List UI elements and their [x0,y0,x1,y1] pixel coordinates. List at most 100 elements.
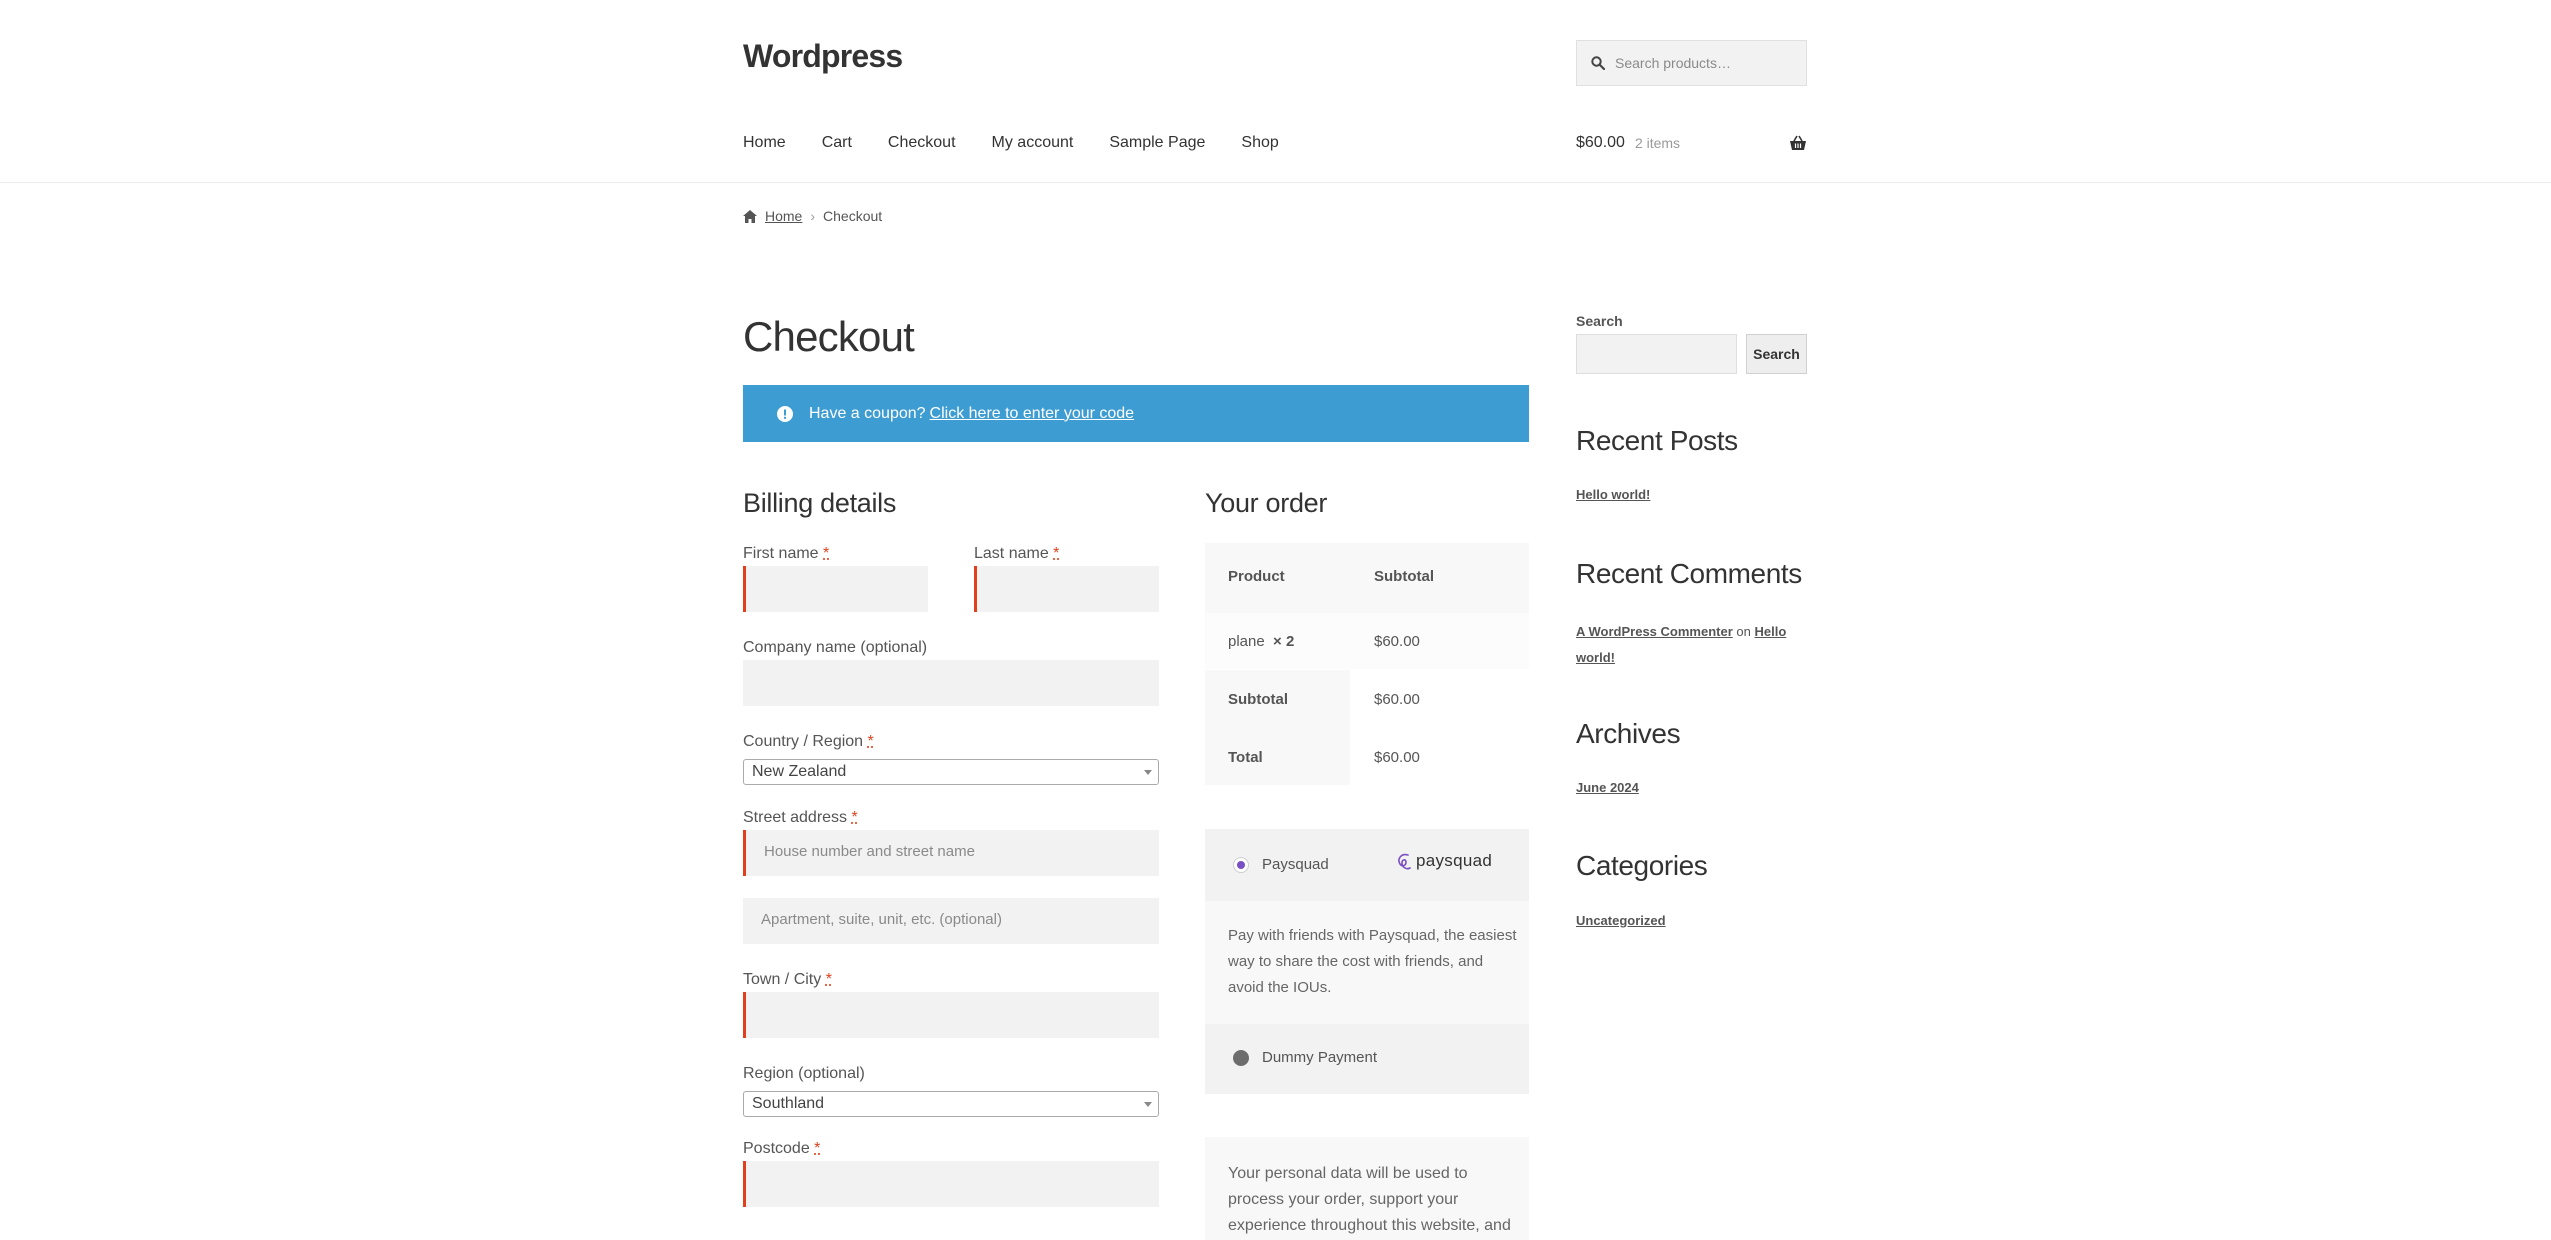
first-name-label: First name * [743,545,829,563]
postcode-field[interactable] [743,1161,1159,1207]
required-mark: * [868,733,874,750]
archive-link[interactable]: June 2024 [1576,780,1639,795]
first-name-field[interactable] [743,566,928,612]
recent-comment-item: A WordPress Commenter on Hello world! [1576,619,1807,671]
sidebar-search-input[interactable] [1576,334,1737,374]
paysquad-logo-icon [1395,851,1413,871]
site-header: Wordpress Search products… Home Cart Che… [0,0,2551,183]
paysquad-radio[interactable] [1233,857,1249,873]
payment-option-paysquad[interactable]: Paysquad paysquad [1205,829,1529,901]
country-label: Country / Region * [743,733,874,751]
breadcrumb: Home › Checkout [743,208,882,224]
breadcrumb-separator: › [810,208,815,224]
paysquad-logo-text: paysquad [1416,851,1492,871]
header-cart[interactable]: $60.00 2 items [1576,134,1807,152]
nav-shop[interactable]: Shop [1241,134,1278,152]
apartment-field[interactable]: Apartment, suite, unit, etc. (optional) [743,898,1159,944]
payment-option-dummy[interactable]: Dummy Payment [1205,1024,1529,1094]
required-mark: * [1053,545,1059,562]
radio-selected-dot [1237,861,1245,869]
search-placeholder: Search products… [1615,55,1731,71]
last-name-label-text: Last name [974,545,1049,562]
billing-title: Billing details [743,488,896,519]
primary-navigation: Home Cart Checkout My account Sample Pag… [743,134,1315,152]
street-address-field[interactable]: House number and street name [743,830,1159,876]
country-label-text: Country / Region [743,733,863,750]
nav-my-account[interactable]: My account [992,134,1074,152]
required-mark: * [826,971,832,988]
recent-posts-title: Recent Posts [1576,425,1738,457]
comment-author-link[interactable]: A WordPress Commenter [1576,624,1733,639]
item-name: plane × 2 [1228,633,1294,650]
nav-checkout[interactable]: Checkout [888,134,956,152]
privacy-policy-box: Your personal data will be used to proce… [1205,1137,1529,1240]
required-mark: * [852,809,858,826]
total-label: Total [1228,749,1263,766]
col-product: Product [1228,568,1285,585]
coupon-link[interactable]: Click here to enter your code [930,405,1135,423]
nav-cart[interactable]: Cart [822,134,852,152]
breadcrumb-current: Checkout [823,208,882,224]
category-link[interactable]: Uncategorized [1576,913,1666,928]
paysquad-description: Pay with friends with Paysquad, the easi… [1228,923,1518,1001]
comment-post-link-continued[interactable]: world! [1576,650,1615,665]
cart-count: 2 items [1635,135,1680,151]
coupon-text: Have a coupon? [809,405,926,423]
cart-amount: $60.00 [1576,134,1625,152]
paysquad-logo: paysquad [1395,851,1492,871]
item-total: $60.00 [1374,633,1420,650]
table-footer-labels-bg [1205,670,1350,785]
sidebar-search-label: Search [1576,313,1623,329]
required-mark: * [823,545,829,562]
street-label: Street address * [743,809,858,827]
archives-title: Archives [1576,718,1680,750]
subtotal-label: Subtotal [1228,691,1288,708]
postcode-label: Postcode * [743,1140,820,1158]
info-icon [777,406,793,422]
page-title: Checkout [743,313,914,361]
privacy-text: Your personal data will be used to proce… [1228,1161,1518,1240]
categories-title: Categories [1576,850,1707,882]
city-label-text: Town / City [743,971,821,988]
recent-comments-title: Recent Comments [1576,558,1802,590]
nav-sample-page[interactable]: Sample Page [1109,134,1205,152]
recent-post-link[interactable]: Hello world! [1576,487,1650,502]
dropdown-arrow-icon [1144,1102,1152,1107]
company-label: Company name (optional) [743,639,927,657]
item-name-text: plane [1228,633,1265,650]
dummy-payment-label: Dummy Payment [1262,1049,1377,1066]
last-name-label: Last name * [974,545,1059,563]
required-mark: * [814,1140,820,1157]
dropdown-arrow-icon [1144,770,1152,775]
coupon-notice: Have a coupon? Click here to enter your … [743,385,1529,442]
company-field[interactable] [743,660,1159,706]
street-label-text: Street address [743,809,847,826]
paysquad-label: Paysquad [1262,856,1329,873]
product-search-input[interactable]: Search products… [1576,40,1807,86]
city-field[interactable] [743,992,1159,1038]
apartment-placeholder: Apartment, suite, unit, etc. (optional) [761,911,1002,928]
region-select[interactable]: Southland [743,1091,1159,1117]
country-select[interactable]: New Zealand [743,759,1159,785]
comment-on-text: on [1736,624,1750,639]
region-value: Southland [752,1095,824,1113]
nav-home[interactable]: Home [743,134,786,152]
sidebar-search-button[interactable]: Search [1746,334,1807,374]
region-label: Region (optional) [743,1065,865,1083]
last-name-field[interactable] [974,566,1159,612]
site-title[interactable]: Wordpress [743,38,902,75]
home-icon [743,210,757,223]
breadcrumb-home[interactable]: Home [765,208,802,224]
first-name-label-text: First name [743,545,819,562]
subtotal-value: $60.00 [1374,691,1420,708]
comment-post-link[interactable]: Hello [1754,624,1786,639]
dummy-payment-radio[interactable] [1233,1050,1249,1066]
country-value: New Zealand [752,763,846,781]
order-title: Your order [1205,488,1327,519]
city-label: Town / City * [743,971,832,989]
postcode-label-text: Postcode [743,1140,810,1157]
basket-icon [1789,134,1807,152]
street-placeholder: House number and street name [764,843,975,860]
search-icon [1591,56,1605,70]
total-value: $60.00 [1374,749,1420,766]
